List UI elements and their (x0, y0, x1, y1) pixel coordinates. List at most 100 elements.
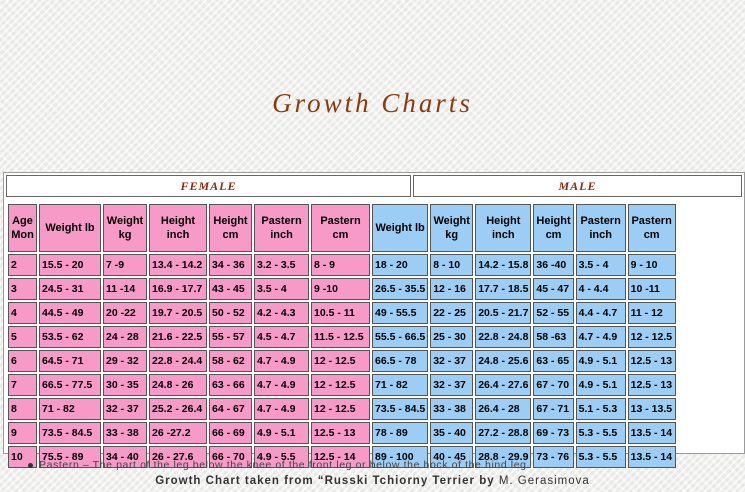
column-header: Height cm (209, 204, 252, 252)
column-header: Age Mon (8, 204, 37, 252)
table-cell: 8 - 9 (311, 254, 370, 276)
table-cell: 64.5 - 71 (39, 350, 101, 372)
table-cell: 55.5 - 66.5 (372, 326, 429, 348)
table-cell: 25.2 - 26.4 (149, 398, 207, 420)
table-cell: 4.4 - 4.7 (575, 302, 626, 324)
section-header-row: FEMALE MALE (6, 175, 742, 197)
table-cell: 26.5 - 35.5 (372, 278, 429, 300)
footnote-text: Pastern – The part of the leg below the … (39, 459, 531, 471)
table-cell: 33 - 38 (103, 422, 147, 444)
table-cell: 13.5 - 14 (627, 422, 676, 444)
column-header: Pastern cm (311, 204, 370, 252)
table-row: 5 53.5 - 62 24 - 28 21.6 - 22.5 55 - 57 4.5 -… (8, 326, 676, 348)
table-cell: 32 - 37 (103, 398, 147, 420)
table-cell: 13.4 - 14.2 (149, 254, 207, 276)
table-cell: 3.5 - 4 (254, 278, 309, 300)
bullet-icon (28, 462, 33, 468)
table-cell: 45 - 47 (533, 278, 574, 300)
pastern-footnote: Pastern – The part of the leg below the … (28, 459, 728, 471)
column-header: Weight lb (372, 204, 429, 252)
table-cell: 55 - 57 (209, 326, 252, 348)
table-cell: 36 -40 (533, 254, 574, 276)
table-cell: 15.5 - 20 (39, 254, 101, 276)
column-header: Weight kg (430, 204, 474, 252)
table-cell: 24 - 28 (103, 326, 147, 348)
data-grid: Age Mon Weight lb Weight kg Height inch Heig… (6, 202, 678, 470)
table-cell: 16.9 - 17.7 (149, 278, 207, 300)
table-cell: 49 - 55.5 (372, 302, 429, 324)
table-cell: 71 - 82 (39, 398, 101, 420)
table-row: 2 15.5 - 20 7 -9 13.4 - 14.2 34 - 36 3.2 - 3.… (8, 254, 676, 276)
table-cell: 3.5 - 4 (575, 254, 626, 276)
table-cell: 4.9 - 5.1 (575, 350, 626, 372)
growth-chart-table: FEMALE MALE Age Mon Weight lb Weight kg Hei… (3, 172, 745, 468)
table-cell: 26.4 - 27.6 (475, 374, 532, 396)
table-cell: 52 - 55 (533, 302, 574, 324)
table-cell: 43 - 45 (209, 278, 252, 300)
table-cell: 10.5 - 11 (311, 302, 370, 324)
column-header: Height cm (533, 204, 574, 252)
table-cell: 9 - 10 (627, 254, 676, 276)
table-cell: 34 - 36 (209, 254, 252, 276)
table-cell: 24.8 - 25.6 (475, 350, 532, 372)
table-cell: 63 - 66 (209, 374, 252, 396)
table-cell: 7 -9 (103, 254, 147, 276)
table-cell: 19.7 - 20.5 (149, 302, 207, 324)
column-header: Pastern inch (254, 204, 309, 252)
table-cell: 50 - 52 (209, 302, 252, 324)
table-cell: 67 - 70 (533, 374, 574, 396)
table-cell: 67 - 71 (533, 398, 574, 420)
column-header: Pastern cm (627, 204, 676, 252)
table-cell: 20.5 - 21.7 (475, 302, 532, 324)
table-cell: 24.8 - 26 (149, 374, 207, 396)
table-cell: 4.7 - 4.9 (575, 326, 626, 348)
table-cell: 69 - 73 (533, 422, 574, 444)
column-header: Height inch (475, 204, 532, 252)
table-cell: 66.5 - 78 (372, 350, 429, 372)
column-header: Height inch (149, 204, 207, 252)
table-cell: 8 - 10 (430, 254, 474, 276)
table-cell: 73.5 - 84.5 (39, 422, 101, 444)
table-cell: 32 - 37 (430, 374, 474, 396)
table-cell: 4.9 - 5.1 (575, 374, 626, 396)
table-cell: 12 - 12.5 (311, 374, 370, 396)
table-cell: 30 - 35 (103, 374, 147, 396)
table-cell: 5.1 - 5.3 (575, 398, 626, 420)
table-cell: 27.2 - 28.8 (475, 422, 532, 444)
table-cell: 12 - 16 (430, 278, 474, 300)
table-cell: 63 - 65 (533, 350, 574, 372)
age-cell: 7 (8, 374, 37, 396)
table-cell: 78 - 89 (372, 422, 429, 444)
table-cell: 22.8 - 24.4 (149, 350, 207, 372)
table-cell: 58 -63 (533, 326, 574, 348)
table-row: 8 71 - 82 32 - 37 25.2 - 26.4 64 - 67 4.7 - 4… (8, 398, 676, 420)
column-header: Weight kg (103, 204, 147, 252)
table-cell: 11 -14 (103, 278, 147, 300)
table-cell: 21.6 - 22.5 (149, 326, 207, 348)
table-cell: 73.5 - 84.5 (372, 398, 429, 420)
table-cell: 4.2 - 4.3 (254, 302, 309, 324)
table-cell: 12 - 12.5 (311, 398, 370, 420)
table-cell: 14.2 - 15.8 (475, 254, 532, 276)
table-cell: 64 - 67 (209, 398, 252, 420)
table-cell: 3.2 - 3.5 (254, 254, 309, 276)
table-row: 9 73.5 - 84.5 33 - 38 26 -27.2 66 - 69 4.9 - … (8, 422, 676, 444)
table-cell: 4.7 - 4.9 (254, 398, 309, 420)
table-cell: 25 - 30 (430, 326, 474, 348)
table-cell: 4.9 - 5.1 (254, 422, 309, 444)
table-row: 7 66.5 - 77.5 30 - 35 24.8 - 26 63 - 66 4.7 -… (8, 374, 676, 396)
table-cell: 18 - 20 (372, 254, 429, 276)
source-credit: Growth Chart taken from “Russki Tchiorny… (0, 475, 745, 487)
table-cell: 66.5 - 77.5 (39, 374, 101, 396)
column-header-row: Age Mon Weight lb Weight kg Height inch Heig… (8, 204, 676, 252)
table-cell: 20 -22 (103, 302, 147, 324)
table-cell: 12.5 - 13 (627, 350, 676, 372)
age-cell: 4 (8, 302, 37, 324)
table-cell: 29 - 32 (103, 350, 147, 372)
table-cell: 53.5 - 62 (39, 326, 101, 348)
table-cell: 4 - 4.4 (575, 278, 626, 300)
male-section-header: MALE (413, 175, 742, 197)
age-cell: 9 (8, 422, 37, 444)
female-section-header: FEMALE (6, 175, 411, 197)
table-cell: 12 - 12.5 (311, 350, 370, 372)
